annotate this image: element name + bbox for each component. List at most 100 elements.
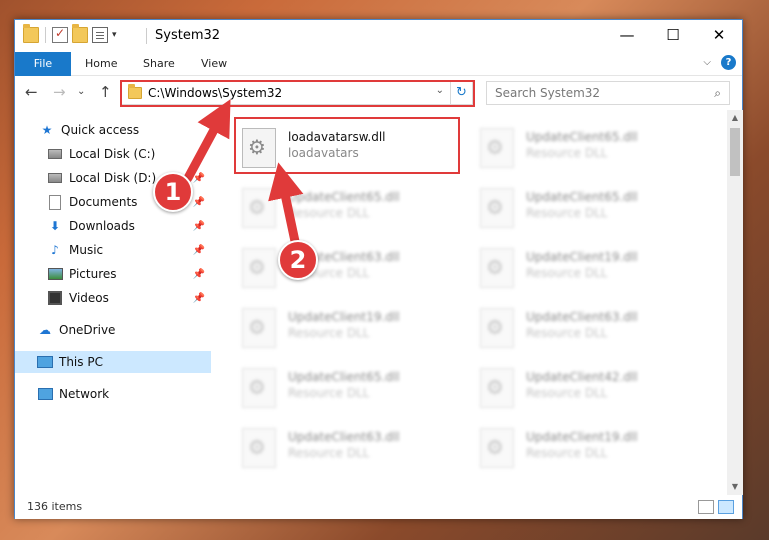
navigation-bar: ← → ⌄ ↑ C:\Windows\System32 ⌄ ↻ Search S… [15, 77, 742, 109]
list-item[interactable]: UpdateClient19.dll Resource DLL [236, 302, 461, 350]
pin-icon[interactable]: 📌 [193, 245, 205, 256]
scrollbar-thumb[interactable] [730, 128, 740, 176]
status-bar: 136 items [15, 496, 742, 519]
maximize-button[interactable]: ☐ [650, 20, 696, 50]
tab-view[interactable]: View [201, 52, 227, 76]
onedrive-icon: ☁ [39, 323, 51, 337]
sidebar-item-label: Music [69, 243, 104, 257]
address-bar[interactable]: C:\Windows\System32 ⌄ ↻ [121, 81, 473, 105]
recent-locations-chevron-icon[interactable]: ⌄ [77, 86, 85, 97]
expand-ribbon-chevron-icon[interactable]: ⌵ [703, 57, 711, 68]
file-description: loadavatars [288, 146, 359, 160]
file-name: UpdateClient19.dll [526, 430, 638, 444]
list-item[interactable]: loadavatarsw.dll loadavatars [236, 122, 461, 170]
search-placeholder[interactable]: Search System32 [495, 86, 600, 100]
folder-icon [23, 24, 39, 43]
scroll-up-icon[interactable]: ▲ [727, 110, 743, 126]
list-item[interactable]: UpdateClient65.dll Resource DLL [236, 362, 461, 410]
documents-icon [47, 194, 63, 210]
tab-home[interactable]: Home [85, 52, 117, 76]
close-button[interactable]: ✕ [696, 20, 742, 50]
sidebar-item-pictures[interactable]: Pictures 📌 [15, 263, 211, 285]
customize-toolbar-chevron-icon[interactable]: ▾ [112, 30, 117, 40]
sidebar-item-label: Network [59, 387, 110, 401]
file-description: Resource DLL [288, 206, 370, 220]
list-item[interactable]: UpdateClient42.dll Resource DLL [474, 362, 699, 410]
file-description: Resource DLL [288, 386, 370, 400]
step-1-badge: 1 [153, 172, 193, 212]
list-item[interactable]: UpdateClient63.dll Resource DLL [236, 242, 461, 290]
item-count: 136 items [27, 500, 83, 513]
window-controls: — ☐ ✕ [604, 20, 742, 50]
up-button[interactable]: ↑ [99, 83, 112, 101]
view-toggle [698, 500, 734, 514]
new-folder-icon[interactable] [72, 24, 88, 43]
file-explorer-window: ▾ System32 — ☐ ✕ File Home Share View ⌵ … [14, 19, 743, 519]
search-box[interactable]: Search System32 ⌕ [486, 81, 730, 105]
sidebar-item-label: Quick access [61, 123, 140, 137]
dll-file-icon [242, 188, 276, 228]
list-item[interactable]: UpdateClient63.dll Resource DLL [236, 422, 461, 470]
back-button[interactable]: ← [25, 83, 38, 101]
sidebar-item-music[interactable]: ♪ Music 📌 [15, 239, 211, 261]
pin-icon[interactable]: 📌 [193, 221, 205, 232]
downloads-icon: ⬇ [49, 219, 61, 233]
help-icon[interactable]: ? [721, 55, 736, 70]
properties-check-icon[interactable] [52, 26, 68, 43]
list-item[interactable]: UpdateClient65.dll Resource DLL [474, 182, 699, 230]
dll-file-icon [480, 308, 514, 348]
file-name: UpdateClient42.dll [526, 370, 638, 384]
file-description: Resource DLL [526, 206, 608, 220]
vertical-scrollbar[interactable]: ▲ ▼ [727, 110, 743, 495]
drive-icon [47, 170, 63, 186]
dll-file-icon [242, 128, 276, 168]
file-name: UpdateClient19.dll [288, 310, 400, 324]
address-path[interactable]: C:\Windows\System32 [148, 86, 282, 100]
sidebar-item-local-disk-c[interactable]: Local Disk (C:) [15, 143, 211, 165]
file-name: UpdateClient63.dll [288, 430, 400, 444]
step-2-badge: 2 [278, 240, 318, 280]
search-icon[interactable]: ⌕ [714, 86, 721, 101]
sidebar-item-label: Local Disk (C:) [69, 147, 156, 161]
address-dropdown-chevron-icon[interactable]: ⌄ [436, 85, 444, 96]
pin-icon[interactable]: 📌 [193, 197, 205, 208]
ribbon-tabs: File Home Share View ⌵ ? [15, 52, 742, 76]
file-name: UpdateClient65.dll [526, 190, 638, 204]
list-item[interactable]: UpdateClient19.dll Resource DLL [474, 422, 699, 470]
title-divider [146, 28, 147, 44]
sidebar-item-quick-access[interactable]: ★ Quick access [15, 119, 211, 141]
tab-share[interactable]: Share [143, 52, 175, 76]
refresh-icon[interactable]: ↻ [450, 82, 472, 104]
large-icons-view-button[interactable] [718, 500, 734, 514]
window-title: System32 [155, 28, 221, 43]
sidebar-item-onedrive[interactable]: ☁ OneDrive [15, 319, 211, 341]
pin-icon[interactable]: 📌 [193, 173, 205, 184]
pin-icon[interactable]: 📌 [193, 293, 205, 304]
minimize-button[interactable]: — [604, 20, 650, 50]
file-name: loadavatarsw.dll [288, 130, 386, 144]
file-description: Resource DLL [288, 326, 370, 340]
details-view-button[interactable] [698, 500, 714, 514]
sidebar-item-label: OneDrive [59, 323, 116, 337]
pin-icon[interactable]: 📌 [193, 269, 205, 280]
sidebar-item-this-pc[interactable]: This PC [15, 351, 211, 373]
music-icon: ♪ [51, 243, 59, 257]
this-pc-icon [37, 354, 53, 370]
tab-file[interactable]: File [15, 52, 71, 76]
list-item[interactable]: UpdateClient19.dll Resource DLL [474, 242, 699, 290]
list-item[interactable]: UpdateClient63.dll Resource DLL [474, 302, 699, 350]
sidebar-item-downloads[interactable]: ⬇ Downloads 📌 [15, 215, 211, 237]
dll-file-icon [242, 368, 276, 408]
file-name: UpdateClient63.dll [526, 310, 638, 324]
scroll-down-icon[interactable]: ▼ [727, 479, 743, 495]
forward-button[interactable]: → [53, 83, 66, 101]
properties-icon[interactable] [92, 27, 108, 43]
list-item[interactable]: UpdateClient65.dll Resource DLL [474, 122, 699, 170]
list-item[interactable]: UpdateClient65.dll Resource DLL [236, 182, 461, 230]
file-description: Resource DLL [526, 266, 608, 280]
sidebar-item-network[interactable]: Network [15, 383, 211, 405]
sidebar-item-videos[interactable]: Videos 📌 [15, 287, 211, 309]
file-name: UpdateClient19.dll [526, 250, 638, 264]
sidebar-item-label: This PC [59, 355, 103, 369]
sidebar-item-label: Pictures [69, 267, 117, 281]
